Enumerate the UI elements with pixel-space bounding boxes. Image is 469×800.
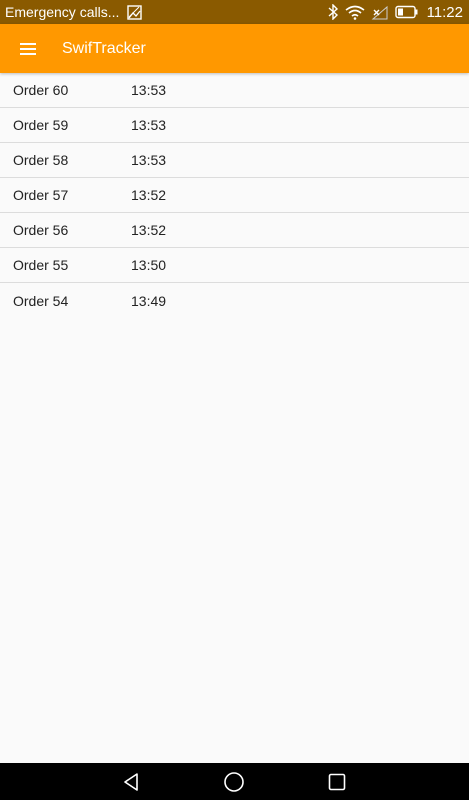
app-title: SwifTracker	[62, 39, 146, 57]
order-name: Order 56	[13, 222, 69, 238]
status-time: 11:22	[426, 3, 463, 21]
no-signal-icon	[371, 5, 389, 20]
wifi-icon	[345, 5, 365, 20]
order-list: Order 60 13:53 Order 59 13:53 Order 58 1…	[0, 73, 469, 318]
order-time: 13:53	[131, 82, 167, 98]
order-row[interactable]: Order 56 13:52	[0, 213, 469, 248]
recents-icon[interactable]	[317, 763, 357, 800]
order-name: Order 59	[13, 117, 69, 133]
order-name: Order 57	[13, 187, 69, 203]
order-name: Order 60	[13, 82, 69, 98]
bluetooth-icon	[327, 4, 339, 20]
app-bar: SwifTracker	[0, 24, 469, 73]
order-name: Order 54	[13, 292, 69, 309]
order-name: Order 55	[13, 257, 69, 273]
order-time: 13:49	[131, 292, 167, 309]
order-time: 13:53	[131, 152, 167, 168]
order-time: 13:52	[131, 187, 167, 203]
order-row[interactable]: Order 60 13:53	[0, 73, 469, 108]
order-row[interactable]: Order 58 13:53	[0, 143, 469, 178]
order-row[interactable]: Order 57 13:52	[0, 178, 469, 213]
order-row[interactable]: Order 59 13:53	[0, 108, 469, 143]
home-icon[interactable]	[214, 763, 254, 800]
order-row[interactable]: Order 55 13:50	[0, 248, 469, 283]
carrier-text: Emergency calls...	[5, 4, 120, 20]
order-name: Order 58	[13, 152, 69, 168]
order-row[interactable]: Order 54 13:49	[0, 283, 469, 318]
battery-icon	[394, 5, 419, 19]
hamburger-menu-icon[interactable]	[0, 24, 56, 73]
order-time: 13:52	[131, 222, 167, 238]
navigation-bar	[0, 763, 469, 800]
order-time: 13:53	[131, 117, 167, 133]
order-time: 13:50	[131, 257, 167, 273]
status-bar: Emergency calls... 11:22	[0, 0, 469, 24]
image-notification-icon	[127, 4, 143, 20]
back-icon[interactable]	[111, 763, 151, 800]
